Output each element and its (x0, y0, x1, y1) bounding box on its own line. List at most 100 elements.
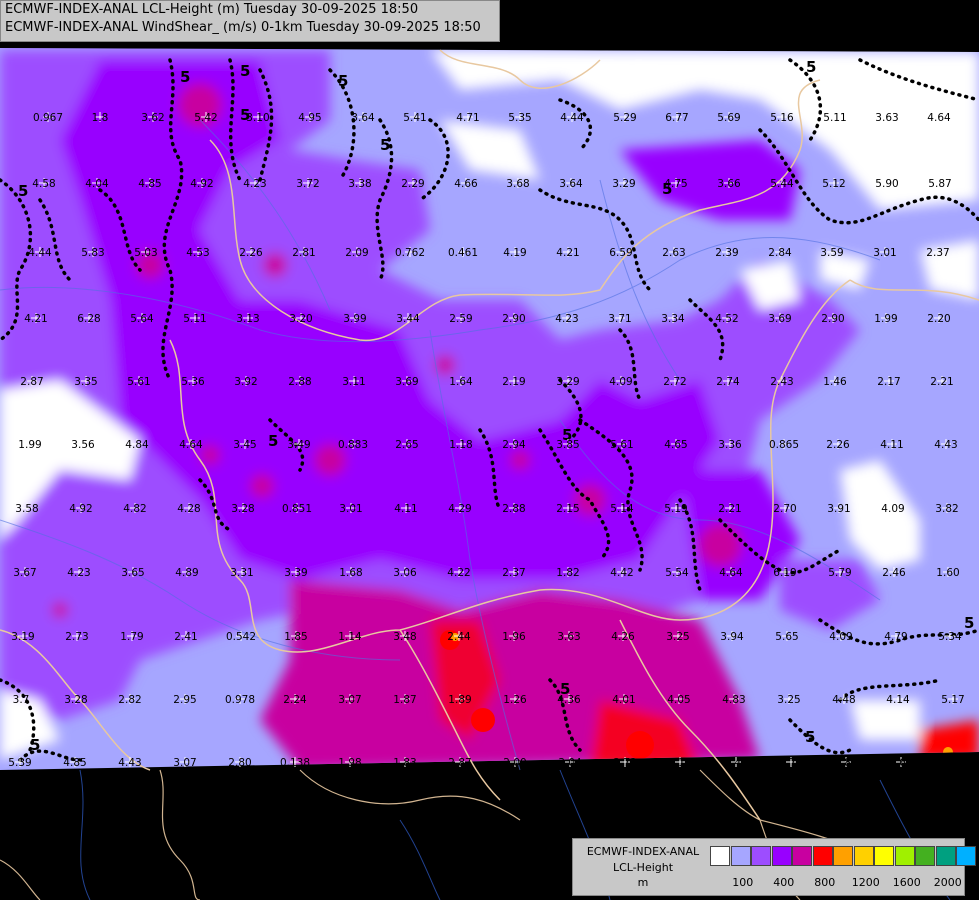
legend-swatch (710, 846, 730, 866)
station-marker: 5.12 (822, 178, 846, 190)
station-value: 4.22 (447, 567, 470, 579)
station-value: 4.64 (927, 112, 951, 124)
station-marker: 4.85 (138, 178, 162, 190)
station-marker: 3.64 (559, 178, 583, 190)
station-marker: 1.14 (338, 631, 362, 643)
legend-swatch (730, 846, 751, 866)
station-value: 0.542 (226, 631, 256, 643)
legend-swatch (853, 846, 874, 866)
station-marker: 2.62 (889, 757, 913, 769)
station-marker: 4.28 (177, 503, 201, 515)
station-value: 3.58 (15, 503, 38, 515)
station-marker: 4.23 (555, 313, 579, 325)
station-value: 2.44 (447, 631, 471, 643)
station-value: 1.46 (823, 376, 847, 388)
station-value: 5.12 (822, 178, 845, 190)
station-value: 3.25 (666, 631, 689, 643)
station-marker: 4.23 (243, 178, 267, 190)
legend-title-unit: m (637, 876, 649, 889)
station-value: 2.37 (502, 567, 525, 579)
legend-tick-label: 800 (814, 876, 836, 889)
station-marker: 5.87 (928, 178, 952, 190)
station-value: 3.04 (558, 757, 582, 769)
station-marker: 1.99 (874, 313, 898, 325)
station-marker: 3.28 (64, 694, 88, 706)
station-marker: 3.04 (558, 757, 582, 769)
station-value: 4.82 (123, 503, 146, 515)
station-value: 3.19 (11, 631, 34, 643)
station-marker: 4.66 (454, 178, 478, 190)
station-marker: 3.73 (613, 757, 637, 769)
station-marker: 2.88 (288, 376, 312, 388)
station-value: 3.66 (717, 178, 741, 190)
station-value: 1.99 (874, 313, 897, 325)
station-marker: 3.63 (875, 112, 899, 124)
station-marker: 4.44 (28, 247, 52, 259)
station-marker: 4.52 (715, 313, 739, 325)
station-marker: 2.84 (768, 247, 792, 259)
station-marker: 4.09 (609, 376, 633, 388)
station-value: 3.06 (393, 567, 417, 579)
station-value: 5.44 (770, 178, 794, 190)
station-value: 1.98 (338, 757, 361, 769)
station-value: 4.19 (503, 247, 526, 259)
legend-swatch (894, 846, 915, 866)
station-value: 1.83 (393, 757, 416, 769)
station-value: 3.48 (393, 631, 416, 643)
station-value: 2.17 (877, 376, 900, 388)
station-value: 4.36 (557, 694, 581, 706)
station-value: 1.8 (92, 112, 109, 124)
station-marker: 3.92 (234, 376, 258, 388)
station-marker: 2.41 (174, 631, 198, 643)
station-marker: 3.34 (661, 313, 685, 325)
station-marker: 4.21 (556, 247, 580, 259)
station-value: 4.52 (715, 313, 738, 325)
station-marker: 3.31 (230, 567, 254, 579)
station-value: 3.01 (339, 503, 362, 515)
station-value: 2.90 (502, 313, 525, 325)
station-value: 3.07 (173, 757, 196, 769)
station-value: 4.92 (69, 503, 92, 515)
station-value: 2.82 (118, 694, 141, 706)
station-marker: 4.47 (724, 757, 748, 769)
station-value: 5.41 (403, 112, 426, 124)
station-value: 1.85 (284, 631, 307, 643)
station-value: 1.87 (393, 694, 416, 706)
station-marker: 2.90 (502, 313, 526, 325)
station-marker: 5.34 (938, 631, 962, 643)
station-marker: 2.37 (926, 247, 950, 259)
station-value: 2.59 (449, 313, 472, 325)
station-marker: 5.36 (181, 376, 205, 388)
station-marker: 5.64 (130, 313, 154, 325)
station-marker: 0.883 (338, 439, 368, 451)
station-marker: 3.45 (233, 439, 257, 451)
station-value: 5.65 (775, 631, 798, 643)
legend-swatch (771, 846, 792, 866)
legend-tick-label: 400 (773, 876, 795, 889)
station-marker: 1.64 (449, 376, 473, 388)
station-marker: 2.63 (662, 247, 686, 259)
station-value: 2.00 (503, 757, 526, 769)
station-marker: 3.67 (13, 567, 37, 579)
station-marker: 1.18 (449, 439, 473, 451)
station-value: 2.74 (716, 376, 740, 388)
station-value: 5.17 (941, 694, 964, 706)
station-marker: 2.09 (345, 247, 369, 259)
station-value: 4.58 (32, 178, 55, 190)
legend-title-variable: LCL-Height (612, 861, 674, 874)
station-marker: 2.37 (502, 567, 526, 579)
station-marker: 0.762 (395, 247, 425, 259)
station-marker: 6.59 (609, 247, 633, 259)
station-marker: 3.38 (348, 178, 372, 190)
station-marker: 3.66 (717, 178, 741, 190)
station-marker: 5.44 (770, 178, 794, 190)
station-value: 1.26 (503, 694, 527, 706)
station-marker: 2.20 (927, 313, 951, 325)
station-value: 5.16 (770, 112, 794, 124)
station-marker: 2.26 (239, 247, 263, 259)
legend-swatch (833, 846, 853, 866)
station-value: 3.28 (64, 694, 87, 706)
station-marker: 3.64 (351, 112, 375, 124)
station-marker: 5.54 (665, 567, 689, 579)
station-marker: 4.83 (722, 694, 746, 706)
